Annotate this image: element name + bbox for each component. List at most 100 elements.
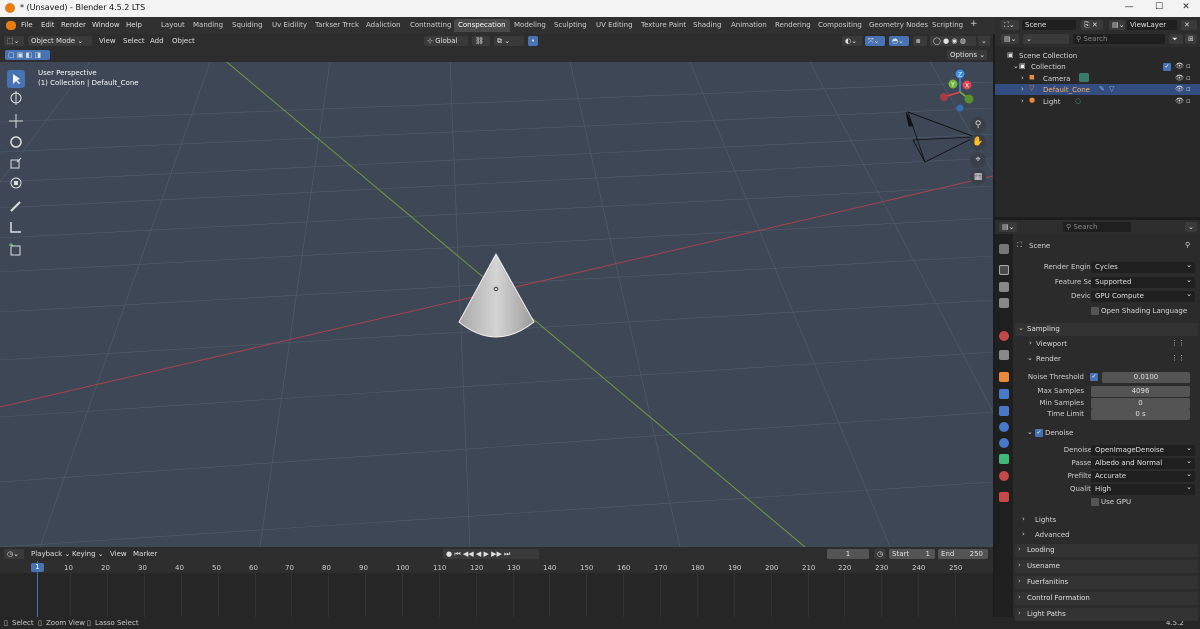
add-cube-tool[interactable]: [7, 241, 25, 259]
rotate-tool[interactable]: [7, 133, 25, 151]
render-presets-icon[interactable]: ⋮⋮: [1171, 354, 1185, 362]
editor-type-icon[interactable]: ⬚⌄: [4, 36, 24, 46]
perspective-grid-icon[interactable]: ▦: [970, 169, 986, 185]
max-samples-field[interactable]: 4096: [1091, 386, 1190, 397]
denoise-checkbox[interactable]: ✓: [1035, 429, 1043, 437]
timeline-editor-icon[interactable]: ◷⌄: [4, 549, 24, 559]
tab-shading[interactable]: Shading: [689, 19, 725, 32]
time-limit-field[interactable]: 0 s: [1091, 409, 1190, 420]
modifier-tab-icon[interactable]: [999, 389, 1009, 399]
object-tab-icon[interactable]: [999, 372, 1009, 382]
outliner-scene-collection[interactable]: ▣ Scene Collection: [995, 50, 1200, 61]
tab-geometry-nodes[interactable]: Geometry Nodes: [865, 19, 932, 32]
use-gpu-checkbox[interactable]: [1091, 498, 1099, 506]
object-mode-dropdown[interactable]: Object Mode ⌄: [28, 36, 92, 46]
pivot-point-icon[interactable]: ⛓: [472, 36, 490, 46]
gizmo-toggle-icon[interactable]: ⤧⌄: [865, 36, 885, 46]
subsection-viewport[interactable]: › Viewport ⋮⋮: [1013, 339, 1200, 351]
data-tab-icon[interactable]: [999, 454, 1009, 464]
playback-controls[interactable]: ● ⏮ ◀◀ ◀ ▶ ▶▶ ⏭: [443, 549, 539, 559]
tab-squiding[interactable]: Squiding: [228, 19, 267, 32]
tab-sculpting[interactable]: Sculpting: [550, 19, 591, 32]
min-samples-field[interactable]: 0: [1091, 398, 1190, 409]
tab-texture-paint[interactable]: Texture Paint: [637, 19, 690, 32]
properties-search-input[interactable]: ⚲ Search: [1063, 222, 1131, 232]
select-box-tool[interactable]: [7, 70, 25, 88]
start-frame-field[interactable]: Start 1: [889, 549, 935, 559]
zoom-icon[interactable]: ⚲: [970, 117, 986, 133]
feature-set-dropdown[interactable]: Supported: [1091, 276, 1195, 288]
subsection-lights[interactable]: › Lights: [1013, 515, 1200, 527]
properties-editor-icon[interactable]: ▤⌄: [999, 222, 1017, 232]
menu-add[interactable]: Add: [150, 37, 164, 45]
subsection-advanced[interactable]: › Advanced: [1013, 530, 1200, 542]
collection-visibility-icon[interactable]: 👁: [1175, 62, 1184, 70]
section-sampling[interactable]: ⌄ Sampling: [1015, 323, 1198, 336]
tab-uv-editing[interactable]: UV Editing: [592, 19, 637, 32]
selection-mode-buttons[interactable]: ▢ ▣ ◧ ◨: [5, 50, 50, 60]
tool-tab-icon[interactable]: [999, 244, 1009, 254]
menu-playback[interactable]: Playback ⌄: [31, 550, 70, 558]
camera-object[interactable]: [905, 111, 977, 163]
shading-mode-buttons[interactable]: ◯ ● ◉ ◍: [930, 36, 976, 46]
xray-icon[interactable]: ⧈: [913, 36, 927, 46]
current-frame-field[interactable]: 1: [827, 549, 869, 559]
transform-orientation-dropdown[interactable]: ⊹ Global: [424, 36, 468, 46]
tab-tarkser-trrck[interactable]: Tarkser Trrck: [311, 19, 363, 32]
properties-options-icon[interactable]: ⌄: [1185, 222, 1197, 232]
camera-render-icon[interactable]: ▫: [1186, 74, 1191, 82]
display-mode-icon[interactable]: ⌄: [1023, 34, 1069, 44]
tab-rendering[interactable]: Rendering: [771, 19, 815, 32]
measure-tool[interactable]: [7, 218, 25, 236]
tab-contnatting[interactable]: Contnatting: [406, 19, 455, 32]
menu-view[interactable]: View: [99, 37, 116, 45]
osl-checkbox[interactable]: [1091, 307, 1099, 315]
cone-render-icon[interactable]: ▫: [1186, 85, 1191, 93]
section-looding[interactable]: › Looding: [1015, 544, 1198, 557]
menu-keying[interactable]: Keying ⌄: [72, 550, 104, 558]
maximize-button[interactable]: ☐: [1148, 2, 1170, 14]
scene-selector-icon[interactable]: ⛶⌄: [1001, 20, 1019, 30]
add-workspace-button[interactable]: +: [966, 17, 982, 30]
navigation-gizmo[interactable]: Z Y X: [938, 68, 982, 112]
tab-compositing[interactable]: Compositing: [814, 19, 866, 32]
viewport-presets-icon[interactable]: ⋮⋮: [1171, 339, 1185, 347]
section-control-formation[interactable]: › Control Formation: [1015, 592, 1198, 605]
prefilter-dropdown[interactable]: Accurate: [1091, 470, 1195, 482]
view-layer-tab-icon[interactable]: [999, 298, 1009, 308]
options-dropdown[interactable]: Options ⌄: [947, 50, 987, 60]
tab-modeling[interactable]: Modeling: [510, 19, 550, 32]
device-dropdown[interactable]: GPU Compute: [1091, 290, 1195, 302]
cone-expand-icon[interactable]: ›: [1021, 85, 1024, 93]
view-layer-icon[interactable]: ▤⌄: [1109, 20, 1125, 30]
outliner-collection[interactable]: ⌄ ▣ Collection ✓ 👁 ▫: [995, 61, 1200, 72]
scene-actions-icon[interactable]: ⎘ ✕: [1081, 20, 1103, 30]
timeline[interactable]: 10 20 30 40 50 60 70 80 90 100 110 120 130 140 150 160 1…: [0, 561, 993, 617]
menu-object[interactable]: Object: [172, 37, 195, 45]
tab-animation[interactable]: Animation: [727, 19, 771, 32]
minimize-button[interactable]: —: [1118, 2, 1140, 14]
playhead-frame[interactable]: 1: [31, 563, 44, 572]
quality-dropdown[interactable]: High: [1091, 483, 1195, 495]
tab-layout[interactable]: Layout: [157, 19, 189, 32]
close-button[interactable]: ✕: [1175, 2, 1197, 14]
camera-visibility-icon[interactable]: 👁: [1175, 74, 1184, 82]
texture-tab-icon[interactable]: [999, 492, 1009, 502]
denoiser-dropdown[interactable]: OpenImageDenoise: [1091, 444, 1195, 456]
tab-uv-eidility[interactable]: Uv Eidility: [268, 19, 311, 32]
scale-tool[interactable]: [7, 154, 25, 172]
filter-icon[interactable]: ⏷: [1169, 34, 1183, 44]
tab-adaliction[interactable]: Adaliction: [362, 19, 405, 32]
menu-marker[interactable]: Marker: [133, 550, 157, 558]
render-tab-icon[interactable]: [999, 265, 1009, 275]
menu-edit[interactable]: Edit: [41, 21, 55, 29]
cone-visibility-icon[interactable]: 👁: [1175, 85, 1184, 93]
passes-dropdown[interactable]: Albedo and Normal: [1091, 457, 1195, 469]
blender-menu-icon[interactable]: [6, 21, 16, 30]
collection-expand-icon[interactable]: ⌄: [1013, 62, 1019, 70]
menu-timeline-view[interactable]: View: [110, 550, 127, 558]
subsection-render[interactable]: ⌄ Render ⋮⋮: [1013, 354, 1200, 366]
shading-options-icon[interactable]: ⌄: [978, 36, 990, 46]
section-fuerfanitins[interactable]: › Fuerfanitins: [1015, 576, 1198, 589]
section-usename[interactable]: › Usename: [1015, 560, 1198, 573]
